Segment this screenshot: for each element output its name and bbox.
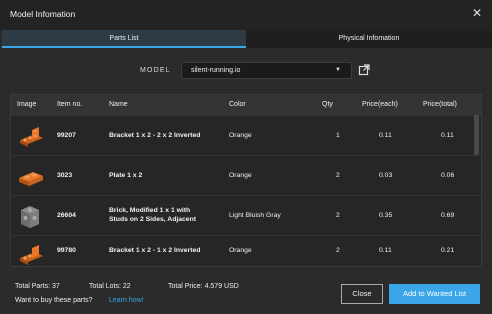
part-name-line1: Brick, Modified 1 x 1 with — [109, 207, 191, 214]
tab-bar: Parts List Physical Infomation — [0, 30, 492, 48]
price-each: 0.11 — [379, 132, 392, 139]
part-qty: 1 — [336, 132, 340, 139]
header-price-each: Price(each) — [362, 101, 398, 108]
table-row[interactable]: 99207 Bracket 1 x 2 - 2 x 2 Inverted Ora… — [11, 115, 481, 155]
external-link-icon[interactable] — [358, 64, 370, 76]
item-no: 99207 — [57, 132, 76, 139]
price-each: 0.11 — [379, 247, 392, 254]
table-row[interactable]: 3023 Plate 1 x 2 Orange 2 0.03 0.06 — [11, 155, 481, 195]
model-label: MODEL — [140, 67, 171, 74]
part-color: Light Bluish Gray — [229, 212, 281, 219]
title-bar: Model Infomation ✕ — [0, 0, 492, 30]
model-selector-row: MODEL silent-running.io ▼ — [0, 60, 492, 80]
price-each: 0.03 — [379, 172, 393, 179]
table-scrollbar[interactable] — [474, 115, 479, 155]
table-header: Image Item no. Name Color Qty Price(each… — [11, 95, 481, 115]
header-image: Image — [17, 101, 37, 108]
part-qty: 2 — [336, 212, 340, 219]
header-color: Color — [229, 101, 246, 108]
header-qty: Qty — [322, 101, 333, 108]
total-price: Total Price: 4.579 USD — [168, 283, 239, 290]
price-each: 0.35 — [379, 212, 393, 219]
header-item-no: Item no. — [57, 101, 83, 108]
tab-physical-information[interactable]: Physical Infomation — [246, 30, 492, 48]
dialog-title: Model Infomation — [10, 9, 76, 19]
total-lots: Total Lots: 22 — [89, 283, 131, 290]
model-info-dialog: Model Infomation ✕ Parts List Physical I… — [0, 0, 492, 314]
part-name: Plate 1 x 2 — [109, 172, 143, 179]
orange-plate-icon — [19, 172, 43, 186]
dialog-footer: Total Parts: 37 Total Lots: 22 Total Pri… — [0, 275, 492, 314]
price-total: 0.11 — [441, 132, 454, 139]
part-color: Orange — [229, 132, 252, 139]
table-row[interactable]: 99780 Bracket 1 x 2 - 1 x 2 Inverted Ora… — [11, 235, 481, 266]
part-qty: 2 — [336, 172, 340, 179]
part-name: Bracket 1 x 2 - 1 x 2 Inverted — [109, 247, 201, 254]
part-name: Bracket 1 x 2 - 2 x 2 Inverted — [109, 132, 201, 139]
orange-bracket-icon — [20, 127, 43, 147]
header-price-total: Price(total) — [423, 101, 457, 108]
parts-table: Image Item no. Name Color Qty Price(each… — [10, 94, 482, 267]
part-qty: 2 — [336, 247, 340, 254]
add-to-wanted-list-button[interactable]: Add to Wanted List — [389, 284, 480, 304]
model-selected-value: silent-running.io — [191, 67, 241, 74]
part-name-line2: Studs on 2 Sides, Adjacent — [109, 216, 196, 223]
price-total: 0.21 — [441, 247, 455, 254]
item-no: 99780 — [57, 247, 76, 254]
item-no: 3023 — [57, 172, 73, 179]
price-total: 0.06 — [441, 172, 455, 179]
tab-parts-list[interactable]: Parts List — [2, 30, 246, 48]
close-icon[interactable]: ✕ — [472, 6, 482, 20]
header-name: Name — [109, 101, 128, 108]
total-parts: Total Parts: 37 — [15, 283, 60, 290]
buy-prompt: Want to buy these parts? — [15, 297, 93, 304]
table-row[interactable]: 26604 Brick, Modified 1 x 1 with Studs o… — [11, 195, 481, 235]
gray-brick-icon — [21, 206, 39, 228]
chevron-down-icon: ▼ — [335, 67, 341, 73]
price-total: 0.69 — [441, 212, 455, 219]
orange-bracket-icon — [20, 245, 43, 265]
model-dropdown[interactable]: silent-running.io ▼ — [181, 62, 352, 79]
learn-how-link[interactable]: Learn how! — [109, 297, 144, 304]
part-color: Orange — [229, 172, 252, 179]
item-no: 26604 — [57, 212, 76, 219]
part-color: Orange — [229, 247, 252, 254]
close-button[interactable]: Close — [341, 284, 383, 304]
